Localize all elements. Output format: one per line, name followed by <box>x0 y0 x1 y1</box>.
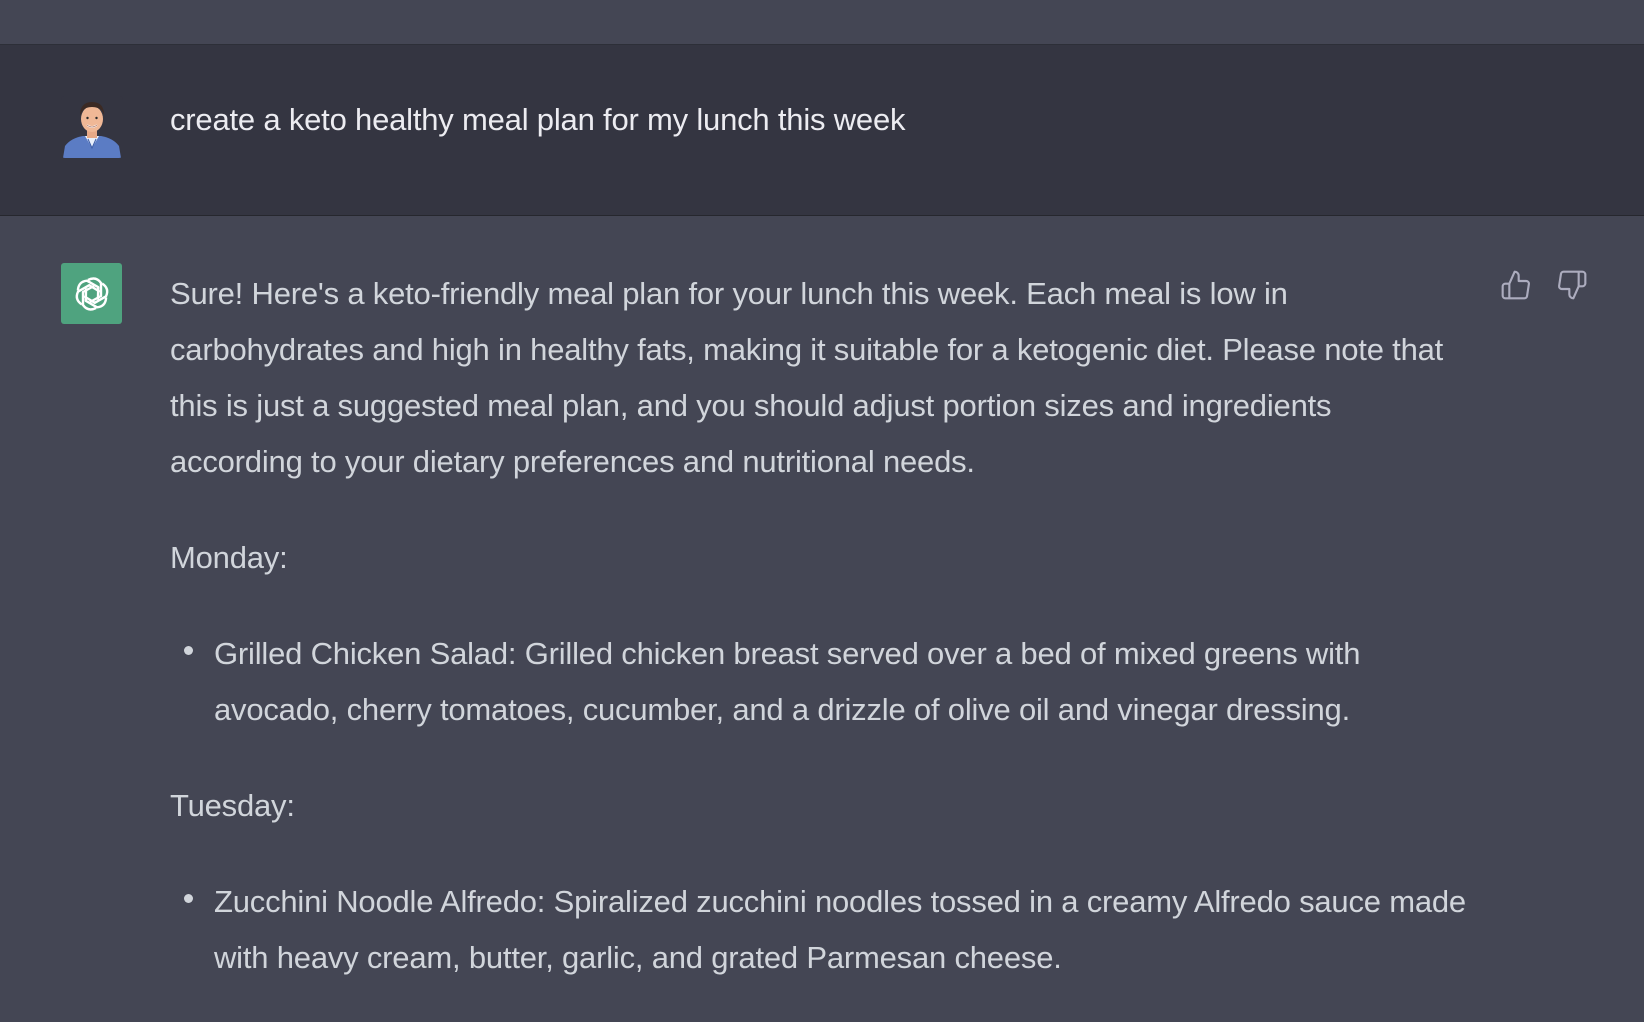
list-item-text: Zucchini Noodle Alfredo: Spiralized zucc… <box>214 884 1466 975</box>
thumbs-down-icon <box>1558 270 1587 300</box>
list-item: Zucchini Noodle Alfredo: Spiralized zucc… <box>170 874 1470 986</box>
assistant-message-content: Sure! Here's a keto-friendly meal plan f… <box>170 266 1470 986</box>
day-heading-tuesday: Tuesday: <box>170 788 295 823</box>
thumbs-down-button[interactable] <box>1555 268 1589 302</box>
list-item-text: Grilled Chicken Salad: Grilled chicken b… <box>214 636 1361 727</box>
bullet-icon <box>184 646 193 655</box>
top-bar <box>0 0 1644 45</box>
openai-logo-icon <box>61 263 122 324</box>
intro-paragraph: Sure! Here's a keto-friendly meal plan f… <box>170 276 1444 479</box>
list-item: Grilled Chicken Salad: Grilled chicken b… <box>170 626 1470 738</box>
user-message-text: create a keto healthy meal plan for my l… <box>170 102 906 137</box>
user-avatar-icon <box>61 96 123 158</box>
bullet-icon <box>184 894 193 903</box>
user-message-row: create a keto healthy meal plan for my l… <box>0 45 1644 216</box>
assistant-message-row: Sure! Here's a keto-friendly meal plan f… <box>0 216 1644 1022</box>
thumbs-up-icon <box>1501 270 1530 300</box>
thumbs-up-button[interactable] <box>1499 268 1533 302</box>
day-heading-monday: Monday: <box>170 540 288 575</box>
